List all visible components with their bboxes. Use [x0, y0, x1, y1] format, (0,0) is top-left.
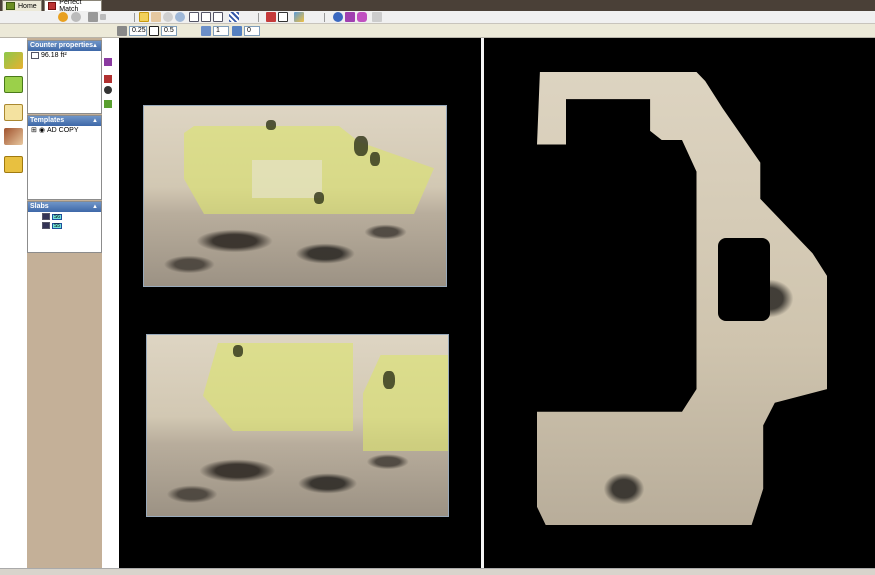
countertop-piece[interactable]: [537, 72, 827, 525]
tab-bar: Home Perfect Match: [0, 0, 875, 13]
text-tool-icon[interactable]: [278, 12, 288, 22]
move-icon[interactable]: [163, 12, 173, 22]
tab-home-label: Home: [18, 2, 37, 10]
offset-value-field[interactable]: 0: [244, 26, 260, 36]
left-toolbar: [0, 38, 27, 568]
template-name: AD COPY: [46, 127, 79, 134]
red-shape-icon[interactable]: [266, 12, 276, 22]
templates-header[interactable]: Templates ▲: [28, 116, 101, 126]
undo-icon[interactable]: [104, 86, 112, 94]
spacing-icon: [117, 26, 127, 36]
slab-s6-label: S6: [52, 213, 62, 220]
layout-shape-icon[interactable]: [4, 76, 23, 93]
slab-s5-label: S5: [52, 222, 62, 229]
slab-icon: [42, 213, 50, 220]
slab-canvas[interactable]: [119, 38, 481, 568]
template-overlay[interactable]: [203, 343, 353, 431]
align-icon[interactable]: [201, 12, 211, 22]
slabs-header[interactable]: Slabs ▲: [28, 202, 101, 212]
tolerance-value-field[interactable]: 0.5: [161, 26, 177, 36]
spacing-value-field[interactable]: 0.25: [129, 26, 147, 36]
n-tool-icon[interactable]: [189, 12, 199, 22]
count-value-field[interactable]: 1: [213, 26, 229, 36]
area-icon: [31, 52, 39, 59]
expand-plus-icon[interactable]: ⊞: [31, 126, 37, 135]
select-pointer-icon[interactable]: [139, 12, 149, 22]
counter-properties-section: Counter properties ▲ 96.18 ft²: [27, 40, 102, 114]
import-slab-icon[interactable]: [4, 52, 23, 69]
home-icon: [6, 2, 15, 10]
triangle-icon: [149, 26, 159, 36]
layout-canvas[interactable]: [484, 38, 875, 568]
area-value: 96.18 ft²: [41, 52, 67, 59]
tab-perfect-match[interactable]: Perfect Match: [44, 0, 102, 13]
fit-view-icon[interactable]: [88, 12, 98, 22]
sink-cutout: [718, 238, 770, 321]
cube-icon[interactable]: [357, 12, 367, 22]
status-bar: [0, 568, 875, 575]
counter-properties-header[interactable]: Counter properties ▲: [28, 41, 101, 51]
slab-match-icon: [48, 2, 57, 10]
gradient-icon[interactable]: [294, 12, 304, 22]
slab-photo-icon[interactable]: [4, 128, 23, 145]
template-overlay[interactable]: [363, 355, 448, 451]
zoom-icon[interactable]: [175, 12, 185, 22]
area-row: 96.18 ft²: [28, 51, 101, 60]
collapse-arrow-icon[interactable]: ▲: [92, 202, 98, 212]
rotate-icon[interactable]: [333, 12, 343, 22]
grid-icon[interactable]: [229, 12, 239, 22]
mirror-icon[interactable]: [345, 12, 355, 22]
width-icon: [232, 26, 242, 36]
slab-item[interactable]: S6: [28, 212, 101, 221]
forward-arrow-icon[interactable]: [71, 12, 81, 22]
folder-icon[interactable]: [4, 156, 23, 173]
main-toolbar: [0, 11, 875, 24]
side-panel: Counter properties ▲ 96.18 ft² Templates…: [27, 38, 102, 568]
distribute-icon[interactable]: [213, 12, 223, 22]
purple-tool-icon[interactable]: [104, 58, 112, 66]
hand-pan-icon[interactable]: [151, 12, 161, 22]
canvas-tool-strip: [102, 38, 119, 568]
eye-icon[interactable]: ◉: [39, 126, 45, 135]
disabled-tool-icon[interactable]: [372, 12, 382, 22]
collapse-arrow-icon[interactable]: ▲: [92, 116, 98, 126]
back-arrow-icon[interactable]: [58, 12, 68, 22]
slab-image[interactable]: [146, 334, 449, 517]
monitor-icon: [201, 26, 211, 36]
templates-section: Templates ▲ ⊞ ◉ AD COPY: [27, 115, 102, 200]
slab-item[interactable]: S5: [28, 221, 101, 230]
options-toolbar: 0.25 0.5 1 0: [0, 24, 875, 38]
slab-image[interactable]: [143, 105, 447, 287]
label-ai-icon[interactable]: [4, 104, 23, 121]
green-check-icon[interactable]: [104, 100, 112, 108]
template-item[interactable]: ⊞ ◉ AD COPY: [28, 126, 101, 135]
small-square-icon[interactable]: [100, 14, 106, 20]
red-layers-icon[interactable]: [104, 75, 112, 83]
cutout-region: [252, 160, 322, 198]
tab-home[interactable]: Home: [2, 0, 42, 11]
slabs-section: Slabs ▲ S6 S5: [27, 201, 102, 253]
collapse-arrow-icon[interactable]: ▲: [92, 41, 98, 51]
slab-icon: [42, 222, 50, 229]
